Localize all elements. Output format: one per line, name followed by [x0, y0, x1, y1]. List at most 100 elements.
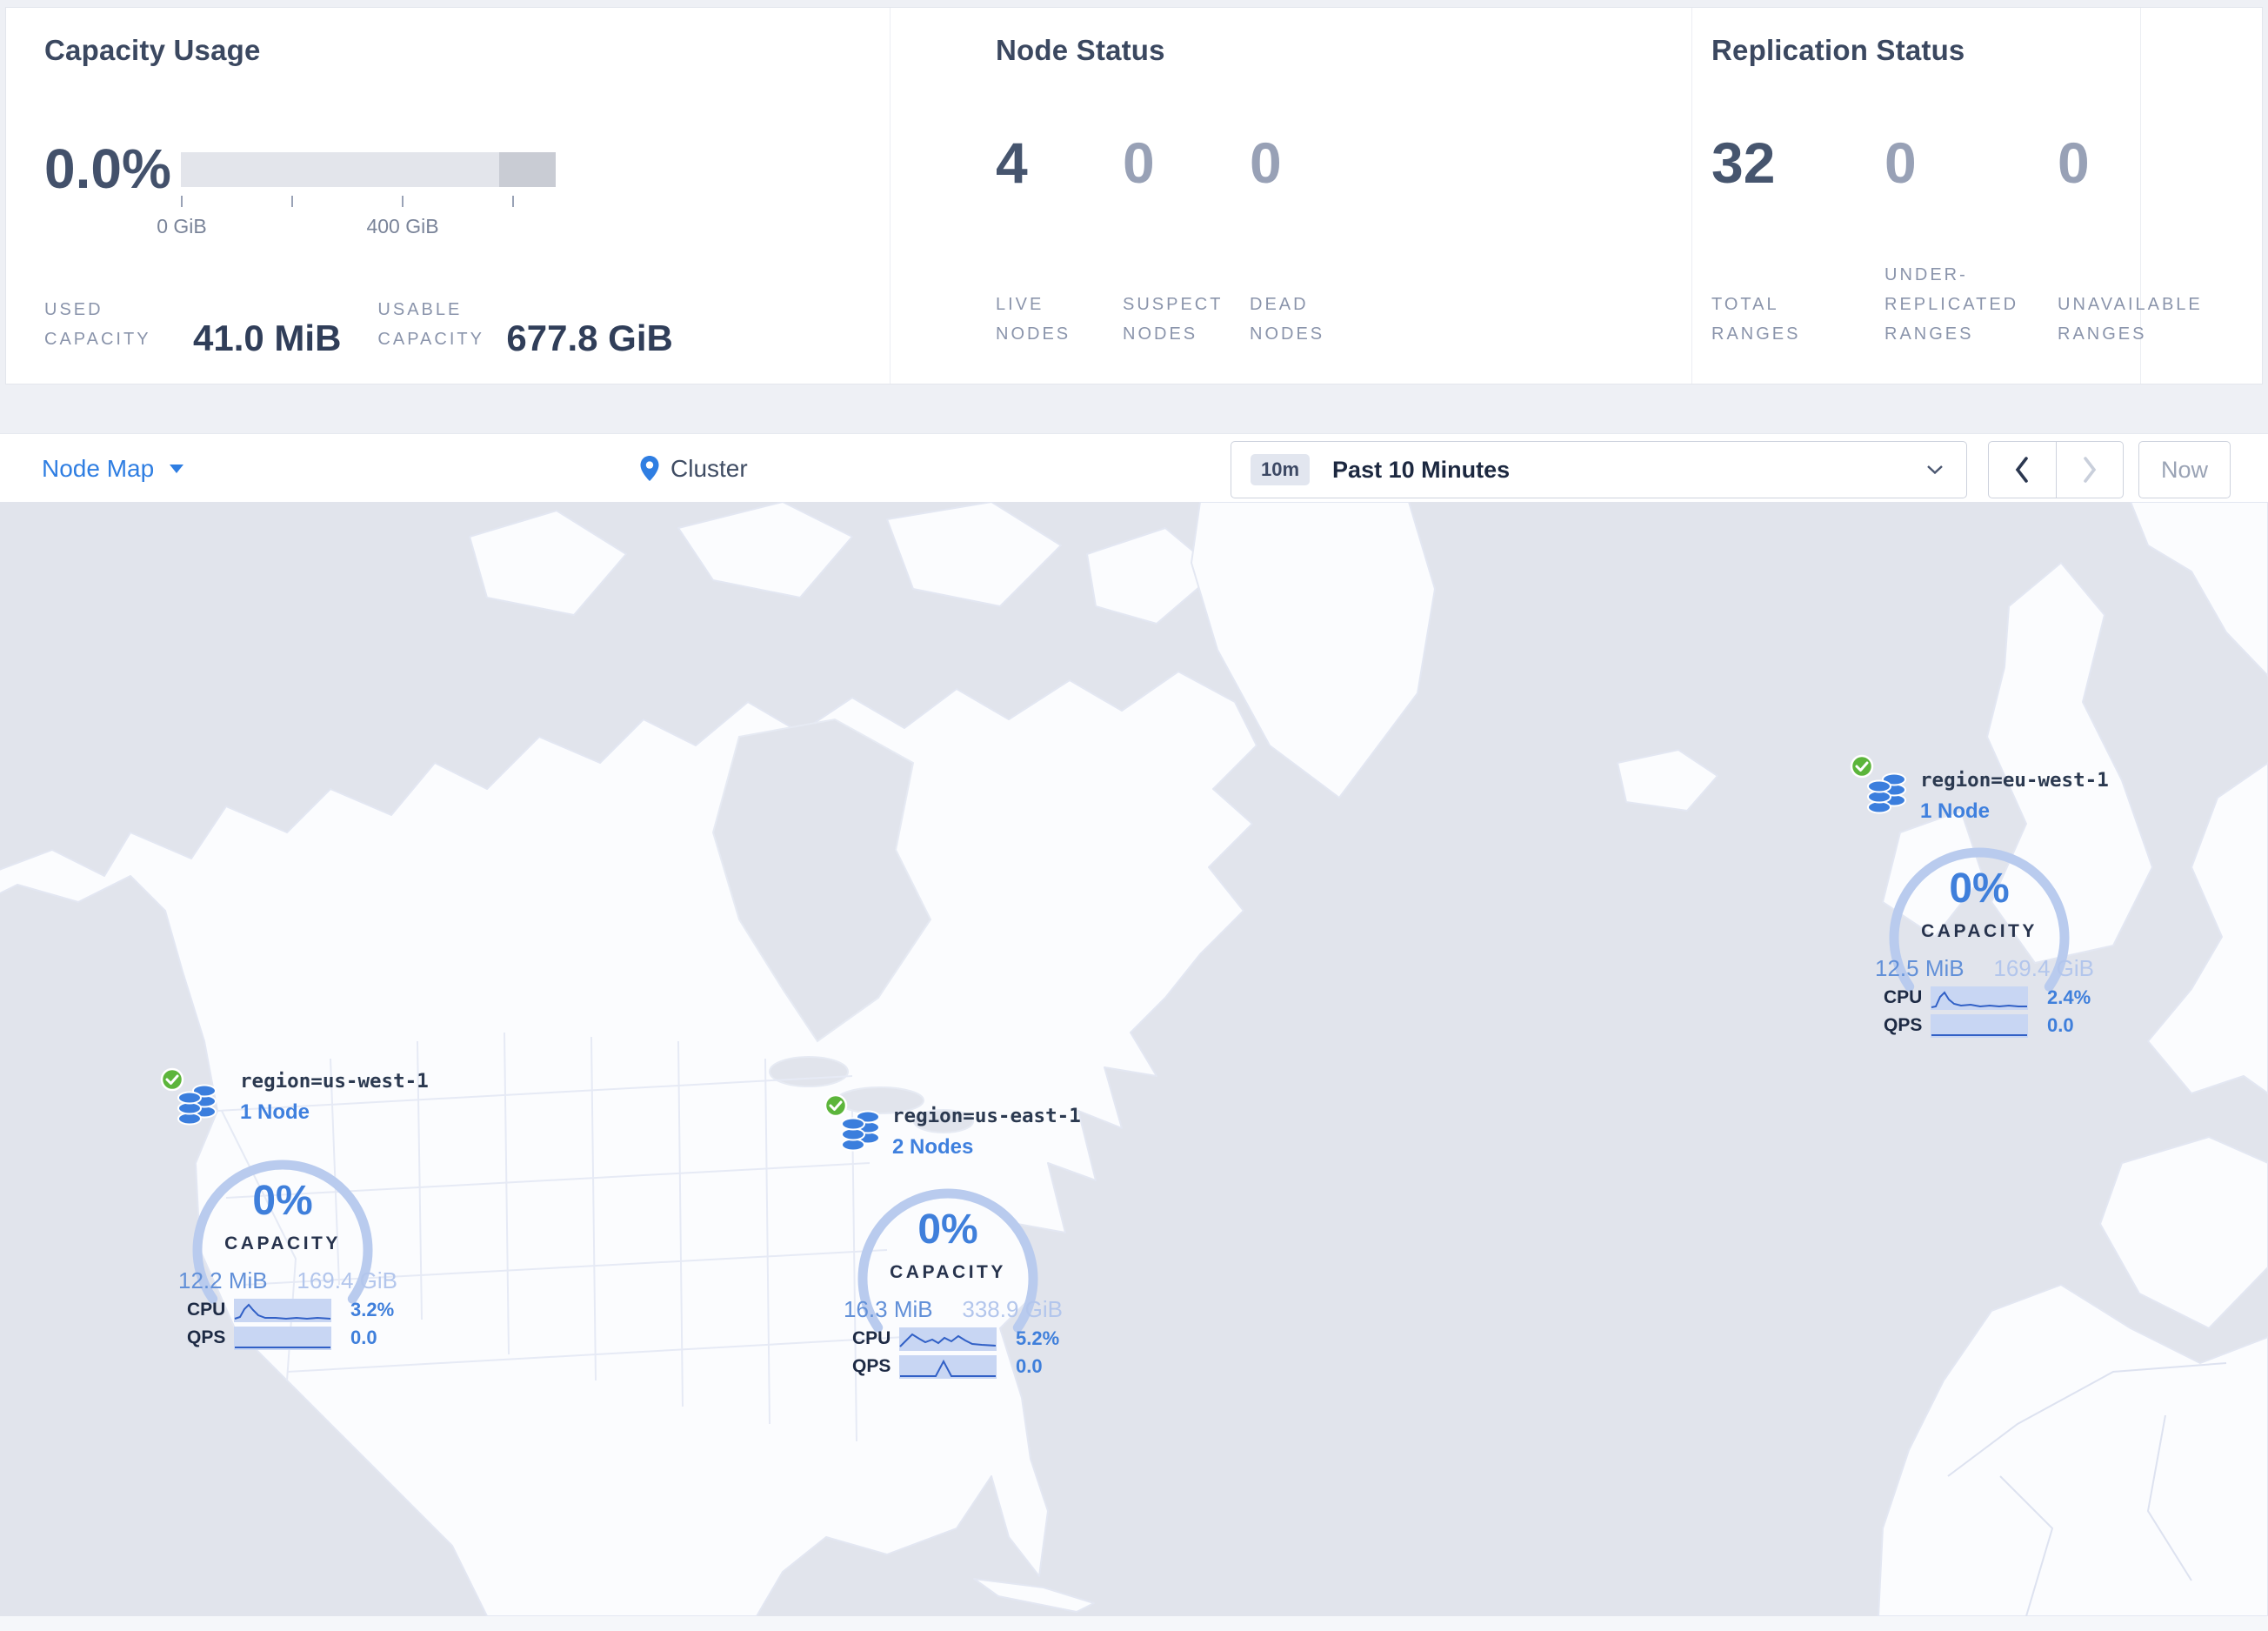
used-capacity: 12.2 MiB — [178, 1267, 268, 1293]
node-count-link[interactable]: 2 Nodes — [892, 1135, 1081, 1160]
time-window-badge: 10m — [1251, 454, 1311, 485]
qps-sparkline — [899, 1354, 997, 1379]
capacity-caption: CAPACITY — [1921, 921, 2038, 941]
time-step-buttons — [1988, 441, 2124, 498]
total-capacity: 169.4 GiB — [297, 1267, 397, 1293]
axis-tick — [402, 196, 404, 207]
axis-tick-label: 0 GiB — [157, 215, 207, 237]
view-selector-dropdown[interactable]: Node Map — [42, 434, 184, 503]
node-map[interactable] — [0, 501, 2268, 1617]
qps-sparkline — [234, 1326, 331, 1350]
cpu-value: 2.4% — [2047, 986, 2091, 1008]
capacity-values: 16.3 MiB 338.9 GiB — [844, 1296, 1063, 1323]
node-count-link[interactable]: 1 Node — [1920, 799, 2109, 824]
step-forward-button[interactable] — [2057, 442, 2124, 498]
capacity-values: 12.5 MiB 169.4 GiB — [1875, 955, 2094, 982]
cluster-overview-page: Capacity Usage 0.0% 0 GiB 400 GiB USED C… — [0, 0, 2268, 1631]
database-nodes-icon — [841, 1110, 880, 1152]
cpu-value: 5.2% — [1016, 1327, 1060, 1349]
region-label: region=eu-west-1 — [1920, 769, 2109, 792]
cpu-sparkline — [899, 1327, 997, 1351]
dead-nodes-stat: 0 DEAD NODES — [1250, 131, 1389, 349]
replication-stats: 32 TOTAL RANGES 0 UNDER-REPLICATED RANGE… — [1711, 131, 2231, 349]
total-ranges-value: 32 — [1711, 130, 1776, 195]
qps-row: QPS 0.0 — [1884, 1013, 2101, 1039]
used-capacity-value: 41.0 MiB — [193, 318, 342, 358]
locality-labels: region=us-west-1 1 Node — [240, 1068, 429, 1125]
total-ranges-label: TOTAL RANGES — [1711, 295, 1801, 344]
node-status-stats: 4 LIVE NODES 0 SUSPECT NODES 0 DEAD NODE… — [996, 131, 1389, 349]
qps-row: QPS 0.0 — [852, 1354, 1070, 1380]
axis-tick-label: 400 GiB — [366, 215, 439, 237]
capacity-usage-bar: 0 GiB 400 GiB — [157, 152, 556, 237]
database-nodes-icon — [177, 1084, 217, 1126]
map-pin-icon — [640, 455, 659, 481]
time-window-select[interactable]: 10m Past 10 Minutes — [1231, 441, 1967, 498]
page-footer-strip — [0, 1616, 2268, 1631]
region-label: region=us-east-1 — [892, 1105, 1081, 1127]
suspect-nodes-stat: 0 SUSPECT NODES — [1123, 131, 1250, 349]
cluster-summary-panel: Capacity Usage 0.0% 0 GiB 400 GiB USED C… — [5, 7, 2263, 384]
view-selector-label: Node Map — [42, 454, 155, 482]
qps-row: QPS 0.0 — [187, 1325, 404, 1351]
axis-tick — [512, 196, 514, 207]
capacity-percent: 0% — [1949, 866, 2010, 912]
capacity-caption: CAPACITY — [890, 1262, 1006, 1282]
total-capacity: 338.9 GiB — [962, 1296, 1063, 1322]
qps-label: QPS — [1884, 1015, 1923, 1035]
unavailable-ranges-stat: 0 UNAVAILABLE RANGES — [2058, 131, 2231, 349]
cpu-label: CPU — [1884, 987, 1923, 1007]
total-capacity: 169.4 GiB — [1993, 955, 2094, 981]
locality-labels: region=us-east-1 2 Nodes — [892, 1103, 1081, 1160]
cpu-label: CPU — [852, 1328, 891, 1348]
world-map — [0, 501, 2268, 1617]
axis-tick — [291, 196, 293, 207]
total-ranges-stat: 32 TOTAL RANGES — [1711, 131, 1884, 349]
suspect-nodes-label: SUSPECT NODES — [1123, 295, 1224, 344]
suspect-nodes-value: 0 — [1123, 130, 1155, 195]
node-count-link[interactable]: 1 Node — [240, 1100, 429, 1125]
replication-status-title: Replication Status — [1711, 34, 1965, 66]
qps-sparkline — [1931, 1013, 2028, 1038]
unavailable-ranges-value: 0 — [2058, 130, 2090, 195]
qps-value: 0.0 — [1016, 1355, 1043, 1377]
live-nodes-label: LIVE NODES — [996, 295, 1071, 344]
chevron-down-icon — [1927, 465, 1943, 475]
cpu-row: CPU 3.2% — [187, 1297, 404, 1323]
qps-value: 0.0 — [2047, 1014, 2074, 1036]
capacity-detail-row: USED CAPACITY 41.0 MiB USABLE CAPACITY 6… — [44, 295, 673, 357]
capacity-caption: CAPACITY — [224, 1233, 341, 1253]
cpu-sparkline — [1931, 986, 2028, 1010]
used-capacity: 12.5 MiB — [1875, 955, 1964, 981]
now-button[interactable]: Now — [2138, 441, 2231, 498]
usable-capacity-label: USABLE CAPACITY — [377, 300, 484, 349]
locality-labels: region=eu-west-1 1 Node — [1920, 767, 2109, 824]
under-replicated-ranges-label: UNDER-REPLICATED RANGES — [1884, 265, 2019, 344]
map-toolbar: Node Map Cluster 10m Past 10 Minutes Now — [0, 433, 2268, 504]
qps-label: QPS — [852, 1356, 891, 1376]
replication-status-section: Replication Status 32 TOTAL RANGES 0 UND… — [1711, 34, 2259, 382]
step-back-button[interactable] — [1989, 442, 2057, 498]
capacity-usage-title: Capacity Usage — [44, 34, 261, 66]
capacity-values: 12.2 MiB 169.4 GiB — [178, 1267, 397, 1294]
breadcrumb[interactable]: Cluster — [639, 434, 748, 503]
node-status-section: Node Status 4 LIVE NODES 0 SUSPECT NODES… — [996, 34, 1657, 382]
region-label: region=us-west-1 — [240, 1070, 429, 1093]
capacity-usage-bar-used-segment — [499, 152, 556, 187]
capacity-percent: 0.0% — [44, 137, 171, 200]
cpu-label: CPU — [187, 1300, 226, 1320]
time-window-label: Past 10 Minutes — [1332, 456, 1511, 483]
database-nodes-icon — [1867, 772, 1906, 814]
breadcrumb-label: Cluster — [670, 454, 748, 482]
qps-value: 0.0 — [350, 1327, 377, 1348]
under-replicated-ranges-value: 0 — [1884, 130, 1917, 195]
used-capacity: 16.3 MiB — [844, 1296, 933, 1322]
capacity-usage-section: Capacity Usage 0.0% 0 GiB 400 GiB USED C… — [44, 34, 871, 382]
live-nodes-stat: 4 LIVE NODES — [996, 131, 1123, 349]
chevron-right-icon — [2083, 457, 2097, 483]
axis-tick — [181, 196, 183, 207]
capacity-percent: 0% — [917, 1207, 978, 1253]
under-replicated-ranges-stat: 0 UNDER-REPLICATED RANGES — [1884, 131, 2058, 349]
cpu-row: CPU 2.4% — [1884, 985, 2101, 1011]
capacity-percent: 0% — [252, 1178, 313, 1224]
